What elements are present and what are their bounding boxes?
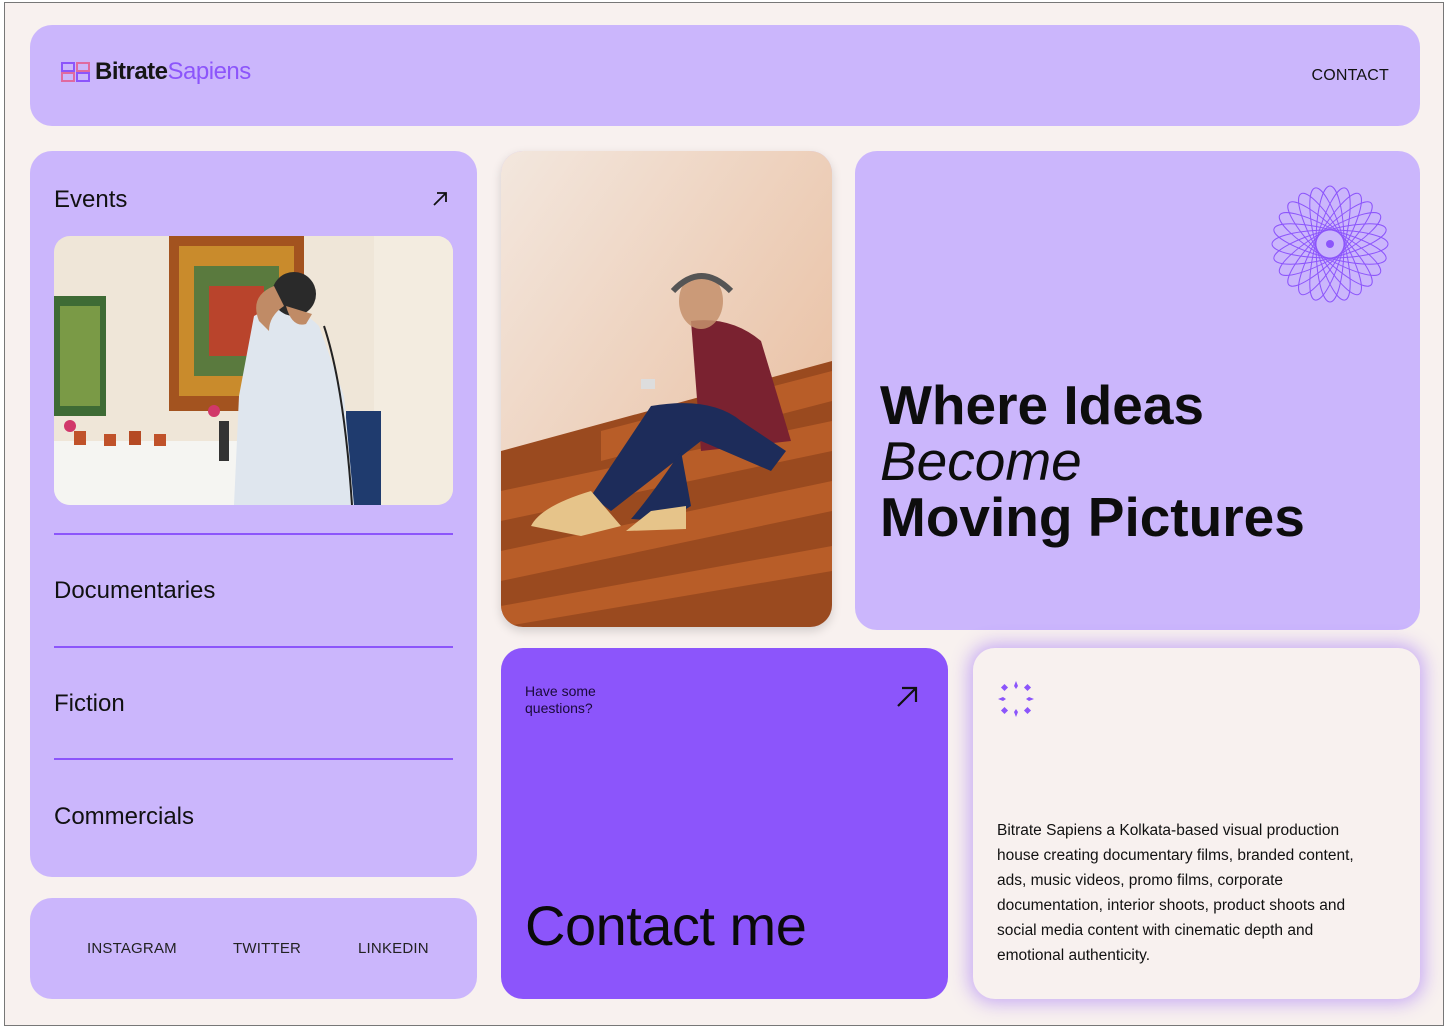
logo-text-part2: Sapiens: [167, 58, 252, 85]
logo-text: BitrateSapiens: [95, 58, 251, 86]
logo-mark-icon: [61, 62, 90, 82]
category-fiction[interactable]: Fiction: [54, 690, 125, 718]
sparkle-ring-icon: [998, 681, 1034, 717]
hero-title: Where Ideas Become Moving Pictures: [880, 377, 1305, 545]
nav-contact-link[interactable]: CONTACT: [1311, 67, 1389, 85]
hero-title-line3: Moving Pictures: [880, 486, 1305, 548]
contact-title: Contact me: [525, 894, 807, 957]
category-documentaries[interactable]: Documentaries: [54, 577, 215, 605]
contact-question: Have some questions?: [525, 683, 596, 716]
page: BitrateSapiens CONTACT Events Documentar…: [4, 2, 1444, 1026]
social-links-panel: INSTAGRAM TWITTER LINKEDIN: [30, 898, 477, 999]
categories-panel: Events Documentaries Fiction Commercials: [30, 151, 477, 877]
events-image[interactable]: [54, 236, 453, 505]
about-card: Bitrate Sapiens a Kolkata-based visual p…: [973, 648, 1420, 999]
instagram-link[interactable]: INSTAGRAM: [87, 940, 177, 957]
divider: [54, 646, 453, 648]
category-commercials[interactable]: Commercials: [54, 803, 194, 831]
featured-photo: [501, 151, 832, 627]
logo[interactable]: BitrateSapiens: [61, 58, 251, 86]
contact-card[interactable]: Have some questions? Contact me: [501, 648, 948, 999]
divider: [54, 533, 453, 535]
linkedin-link[interactable]: LINKEDIN: [358, 940, 429, 957]
twitter-link[interactable]: TWITTER: [233, 940, 301, 957]
header-bar: BitrateSapiens CONTACT: [30, 25, 1420, 126]
divider: [54, 758, 453, 760]
hero-title-line1: Where Ideas: [880, 374, 1205, 436]
flower-ornament-icon: [1271, 185, 1389, 303]
arrow-up-right-icon[interactable]: [894, 684, 920, 710]
hero-card: Where Ideas Become Moving Pictures: [855, 151, 1420, 630]
about-description: Bitrate Sapiens a Kolkata-based visual p…: [997, 822, 1354, 964]
arrow-up-right-icon[interactable]: [431, 190, 449, 208]
logo-text-part1: Bitrate: [95, 58, 168, 85]
category-events[interactable]: Events: [54, 186, 127, 214]
hero-title-line2: Become: [880, 430, 1082, 492]
